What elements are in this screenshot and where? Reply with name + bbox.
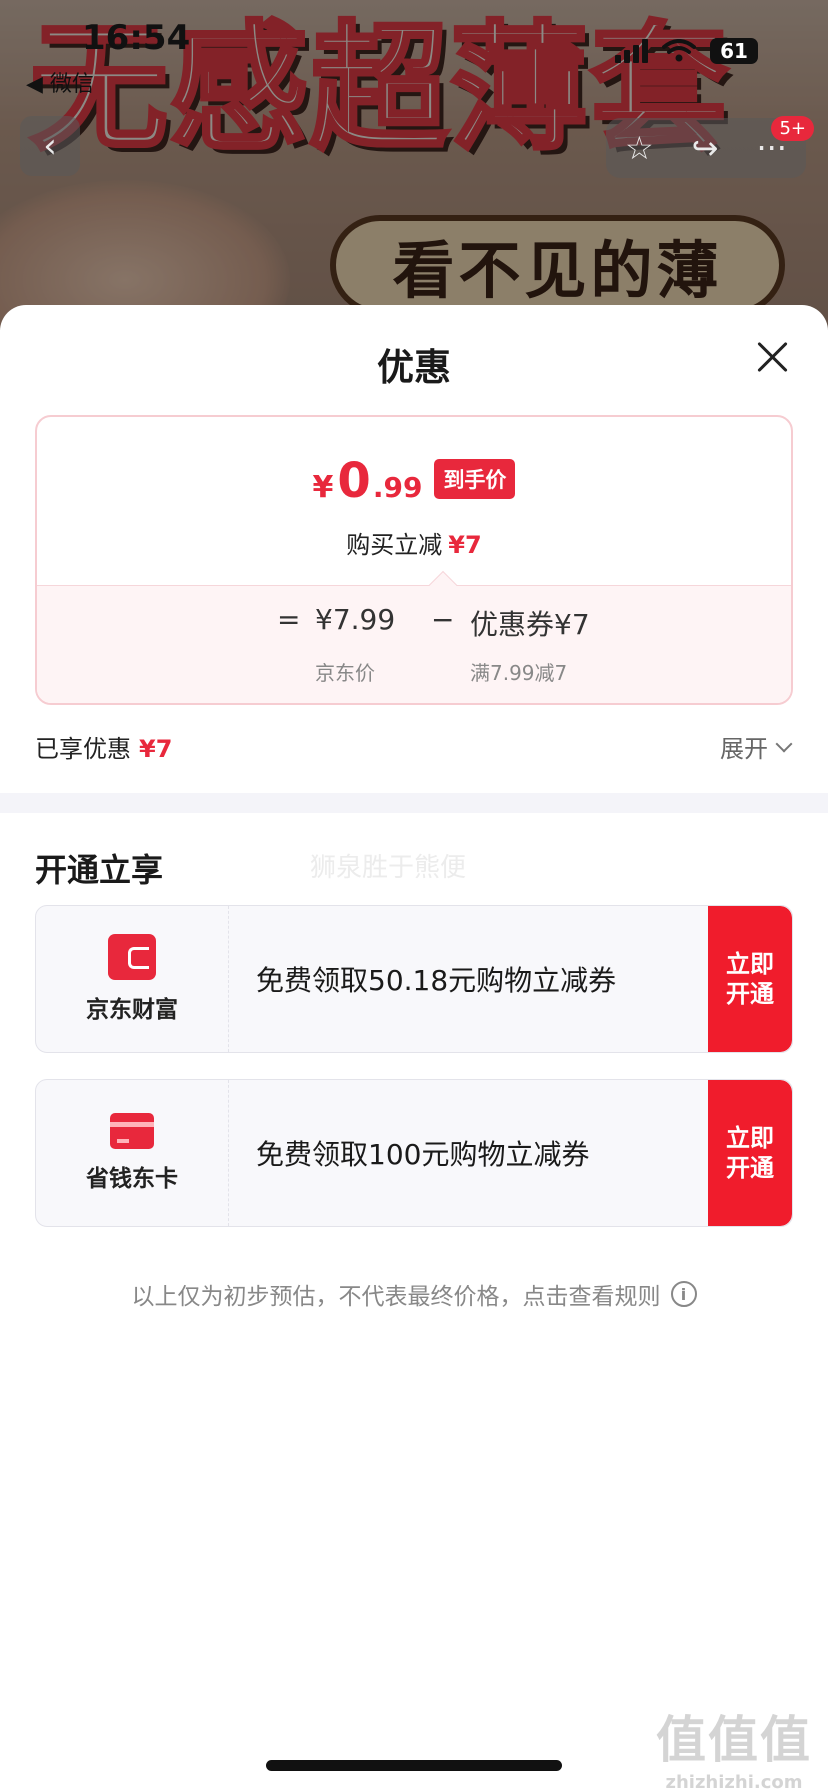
promo-jd-wealth[interactable]: 京东财富 免费领取50.18元购物立减券 立即 开通 <box>35 905 793 1053</box>
site-watermark: 值值值 zhizhizhi.com <box>656 1700 812 1792</box>
status-icons: 61 <box>615 38 758 64</box>
activate-label-line2: 开通 <box>726 1154 774 1182</box>
section-divider <box>0 793 828 813</box>
final-price: ¥ 0 .99 到手价 <box>37 453 791 509</box>
jd-price: ¥7.99 <box>315 603 396 636</box>
sheet-title: 优惠 <box>377 346 451 389</box>
enjoyed-label: 已享优惠 <box>35 735 131 763</box>
jd-price-label: 京东价 <box>315 661 375 685</box>
equals-sign: = <box>277 603 301 636</box>
chevron-down-icon <box>775 735 793 752</box>
expand-label: 展开 <box>720 735 768 763</box>
section-title: 开通立享 <box>35 851 164 889</box>
instant-reduction: 购买立减 ¥7 <box>37 525 791 560</box>
activate-button[interactable]: 立即 开通 <box>708 906 792 1052</box>
final-price-decimal: .99 <box>372 471 423 504</box>
faint-watermark-text: 狮泉胜于熊便 <box>310 853 467 883</box>
battery-icon: 61 <box>710 38 758 64</box>
promo-name: 省钱东卡 <box>86 1166 178 1192</box>
status-time: 16:54 <box>82 18 191 58</box>
enjoyed-value: ¥7 <box>139 735 173 763</box>
activate-button[interactable]: 立即 开通 <box>708 1080 792 1226</box>
wifi-icon <box>662 39 696 62</box>
promo-description: 免费领取100元购物立减券 <box>256 1138 590 1171</box>
activate-label-line1: 立即 <box>726 950 774 978</box>
final-price-currency: ¥ <box>312 470 334 505</box>
promo-brand: 京东财富 <box>36 906 229 1052</box>
activate-label-line2: 开通 <box>726 980 774 1008</box>
close-icon[interactable] <box>756 341 788 373</box>
disclaimer-text: 以上仅为初步预估，不代表最终价格，点击查看规则 <box>131 1284 661 1310</box>
promo-name: 京东财富 <box>86 997 178 1023</box>
home-indicator[interactable] <box>266 1760 562 1771</box>
promo-description: 免费领取50.18元购物立减券 <box>256 964 617 997</box>
coupon-rule: 满7.99减7 <box>470 661 568 685</box>
info-icon[interactable]: i <box>670 1281 697 1307</box>
wallet-icon <box>108 934 156 980</box>
share-icon[interactable]: ↪ <box>692 129 719 167</box>
instant-reduction-value: ¥7 <box>448 531 482 559</box>
activate-label-line1: 立即 <box>726 1124 774 1152</box>
minus-sign: − <box>431 603 455 636</box>
star-icon[interactable]: ☆ <box>625 129 654 167</box>
enjoyed-discount: 已享优惠 ¥7 <box>35 729 172 764</box>
product-hero-banner: 无感超薄套 看不见的薄 16:54 ◀ 微信 61 ‹ ☆ ↪ ··· 5+ <box>0 0 828 330</box>
discount-sheet: 优惠 ¥ 0 .99 到手价 购买立减 ¥7 = ¥7.99 − 优惠券¥7 京东… <box>0 305 828 1792</box>
final-price-tag: 到手价 <box>434 459 516 499</box>
promo-brand: 省钱东卡 <box>36 1080 229 1226</box>
watermark-url: zhizhizhi.com <box>665 1772 803 1792</box>
chevron-left-icon: ‹ <box>43 126 57 166</box>
watermark-logo: 值值值 <box>656 1711 812 1769</box>
price-breakdown-card: ¥ 0 .99 到手价 购买立减 ¥7 = ¥7.99 − 优惠券¥7 京东价 满… <box>35 415 793 705</box>
instant-reduction-label: 购买立减 <box>346 531 443 559</box>
coupon-amount: 优惠券¥7 <box>470 608 590 641</box>
final-price-integer: 0 <box>337 453 371 509</box>
message-badge: 5+ <box>771 116 814 141</box>
back-to-wechat[interactable]: ◀ 微信 <box>26 66 94 98</box>
card-icon <box>110 1113 154 1149</box>
back-button[interactable]: ‹ <box>20 116 80 176</box>
signal-icon <box>615 39 648 63</box>
price-calc-area <box>37 585 791 703</box>
expand-button[interactable]: 展开 <box>720 729 793 764</box>
price-disclaimer[interactable]: 以上仅为初步预估，不代表最终价格，点击查看规则 i <box>0 1277 828 1311</box>
promo-saving-card[interactable]: 省钱东卡 免费领取100元购物立减券 立即 开通 <box>35 1079 793 1227</box>
